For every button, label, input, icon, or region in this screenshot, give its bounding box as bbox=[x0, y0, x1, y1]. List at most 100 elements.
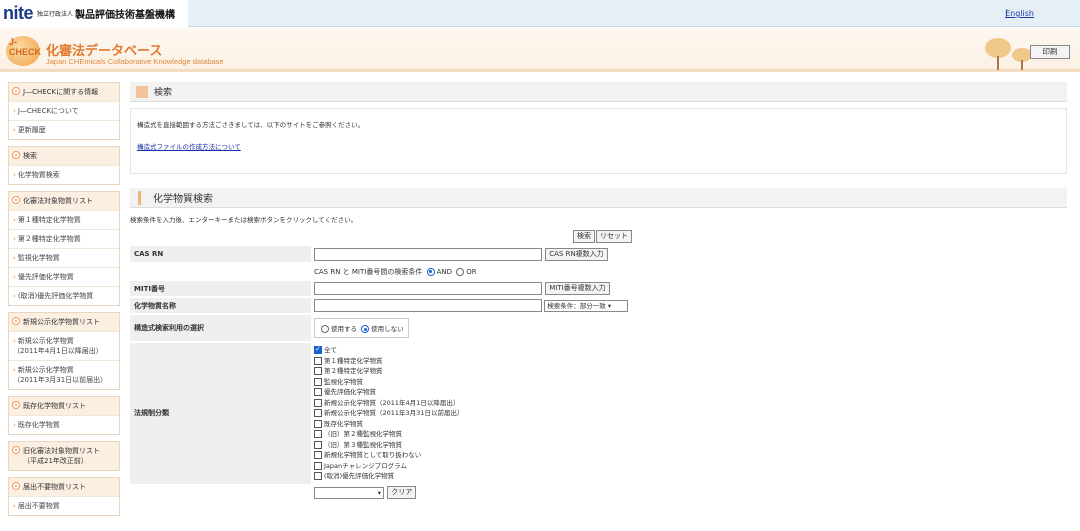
sidebar-item[interactable]: 第２種特定化学物質 bbox=[9, 229, 119, 248]
structure-use-label: 使用する bbox=[331, 325, 357, 333]
regulation-option-label: 新規公示化学物質（2011年3月31日以前届出） bbox=[324, 409, 464, 417]
regulation-checkbox[interactable] bbox=[314, 344, 322, 355]
name-label: 化学物質名称 bbox=[130, 297, 311, 315]
regulation-checkbox[interactable] bbox=[314, 388, 322, 396]
jcheck-logo-icon[interactable]: J-CHECK bbox=[6, 36, 41, 66]
regulation-checkbox[interactable] bbox=[314, 451, 322, 459]
sidebar-item[interactable]: J―CHECKについて bbox=[9, 101, 119, 120]
structure-file-link[interactable]: 構造式ファイルの作成方法について bbox=[137, 141, 1060, 151]
reset-button[interactable]: リセット bbox=[596, 230, 632, 243]
sidebar-item[interactable]: 新規公示化学物質 （2011年4月1日以降届出） bbox=[9, 331, 119, 360]
sidebar-item[interactable]: 化学物質検索 bbox=[9, 165, 119, 184]
regulation-option-label: 全て bbox=[324, 346, 337, 354]
circle-bullet-icon bbox=[12, 482, 20, 490]
miti-input[interactable] bbox=[314, 282, 542, 295]
tree-icon bbox=[1012, 48, 1032, 70]
regulation-select[interactable]: ▾ bbox=[314, 486, 384, 499]
search-section-title: 検索 bbox=[154, 88, 173, 98]
sidebar-item-label: 第２種特定化学物質 bbox=[17, 235, 81, 243]
search-form: CAS RN CAS RN複数入力 CAS RN と MITI番号間の検索条件 … bbox=[130, 246, 1067, 502]
sidebar-item-label: 優先評価化学物質 bbox=[17, 273, 74, 281]
regulation-checkbox[interactable] bbox=[314, 440, 322, 449]
tree-icon bbox=[985, 38, 1011, 72]
regulation-option: （旧）第２種監視化学物質 bbox=[314, 429, 1064, 440]
regulation-option: 監視化学物質 bbox=[314, 377, 1064, 388]
sidebar-item-label: 化学物質検索 bbox=[17, 171, 60, 179]
structure-use-radio[interactable] bbox=[321, 325, 329, 333]
regulation-checkbox[interactable] bbox=[314, 461, 322, 470]
sidebar-item[interactable]: 監視化学物質 bbox=[9, 248, 119, 267]
print-button[interactable]: 印刷 bbox=[1030, 45, 1070, 59]
circle-bullet-icon bbox=[12, 446, 20, 454]
regulation-checkbox[interactable] bbox=[314, 409, 322, 417]
cas-bulk-button[interactable]: CAS RN複数入力 bbox=[545, 248, 608, 261]
sidebar-item[interactable]: 更新履歴 bbox=[9, 120, 119, 139]
or-radio[interactable] bbox=[456, 267, 465, 276]
regulation-checkbox[interactable] bbox=[314, 367, 322, 375]
english-link[interactable]: English bbox=[1005, 9, 1034, 18]
regulation-checkbox[interactable] bbox=[314, 419, 322, 428]
sidebar-item[interactable]: 新規公示化学物質 （2011年3月31日以前届出） bbox=[9, 360, 119, 389]
nite-logo[interactable]: nite 独立行政法人 製品評価技術基盤機構 bbox=[0, 0, 188, 27]
regulation-option: (取消)優先評価化学物質 bbox=[314, 471, 1064, 482]
structure-nouse-radio[interactable] bbox=[361, 325, 370, 333]
sidebar-item-label: 更新履歴 bbox=[17, 126, 46, 134]
empty-label bbox=[130, 484, 311, 502]
search-button[interactable]: 検索 bbox=[573, 230, 595, 243]
sidebar-group-header[interactable]: 届出不要物質リスト bbox=[9, 478, 119, 496]
regulation-option: （旧）第３種監視化学物質 bbox=[314, 440, 1064, 451]
clear-button[interactable]: クリア bbox=[387, 486, 417, 499]
sidebar-item[interactable]: 届出不要物質 bbox=[9, 496, 119, 515]
sidebar-item-label: 監視化学物質 bbox=[17, 254, 60, 262]
sidebar-group-title: 旧化審法対象物質リスト （平成21年改正前） bbox=[23, 447, 100, 465]
info-text: 構造式を直接範囲する方法ごさきましては、以下のサイトをご参照ください。 bbox=[137, 121, 365, 129]
form-section-title: 化学物質検索 bbox=[153, 194, 213, 205]
main-content: 検索 構造式を直接範囲する方法ごさきましては、以下のサイトをご参照ください。 構… bbox=[130, 82, 1067, 502]
regulation-option-label: 新規公示化学物質（2011年4月1日以降届出） bbox=[324, 398, 460, 407]
miti-bulk-button[interactable]: MITI番号複数入力 bbox=[545, 282, 610, 295]
sidebar-group: 届出不要物質リスト届出不要物質 bbox=[8, 477, 120, 516]
regulation-checkbox[interactable] bbox=[314, 398, 322, 407]
sidebar-group: 検索化学物質検索 bbox=[8, 146, 120, 185]
regulation-checkbox[interactable] bbox=[314, 356, 322, 365]
sidebar-item[interactable]: 第１種特定化学物質 bbox=[9, 210, 119, 229]
sidebar-group-title: J―CHECKに関する情報 bbox=[23, 88, 99, 96]
site-subtitle: Japan CHEmicals Collaborative Knowledge … bbox=[46, 57, 224, 66]
info-box: 構造式を直接範囲する方法ごさきましては、以下のサイトをご参照ください。 構造式フ… bbox=[130, 108, 1067, 174]
sidebar-group-header[interactable]: 化審法対象物質リスト bbox=[9, 192, 119, 210]
cas-input[interactable] bbox=[314, 248, 542, 261]
nite-logo-name: 製品評価技術基盤機構 bbox=[75, 10, 176, 21]
regulation-option-label: （旧）第２種監視化学物質 bbox=[324, 430, 402, 438]
form-section-header: 化学物質検索 bbox=[130, 188, 1067, 208]
sidebar-group-header[interactable]: 検索 bbox=[9, 147, 119, 165]
sidebar-item-label: 既存化学物質 bbox=[17, 421, 60, 429]
sidebar-item[interactable]: 優先評価化学物質 bbox=[9, 267, 119, 286]
regulation-checkbox[interactable] bbox=[314, 430, 322, 438]
sidebar-item-label: J―CHECKについて bbox=[17, 107, 79, 115]
sidebar-group: 旧化審法対象物質リスト （平成21年改正前） bbox=[8, 441, 120, 471]
sidebar-group-title: 検索 bbox=[23, 152, 37, 160]
regulation-option: 第１種特定化学物質 bbox=[314, 356, 1064, 367]
and-label: AND bbox=[436, 267, 452, 276]
sidebar-group-title: 新規公示化学物質リスト bbox=[23, 318, 100, 326]
and-radio[interactable] bbox=[426, 267, 435, 276]
regulation-option: Japanチャレンジプログラム bbox=[314, 461, 1064, 472]
nite-logo-small: 独立行政法人 bbox=[37, 11, 74, 18]
structure-label: 構造式検索利用の選択 bbox=[130, 314, 311, 343]
sidebar-group-header[interactable]: 旧化審法対象物質リスト （平成21年改正前） bbox=[9, 442, 119, 470]
sidebar-group-header[interactable]: 新規公示化学物質リスト bbox=[9, 313, 119, 331]
regulation-option: 新規公示化学物質（2011年3月31日以前届出） bbox=[314, 408, 1064, 419]
name-input[interactable] bbox=[314, 299, 542, 312]
regulation-option: 優先評価化学物質 bbox=[314, 387, 1064, 398]
sidebar-item[interactable]: 既存化学物質 bbox=[9, 415, 119, 434]
regulation-checkbox[interactable] bbox=[314, 472, 322, 480]
sidebar-group-header[interactable]: 既存化学物質リスト bbox=[9, 397, 119, 415]
name-match-select[interactable]: 検索条件：部分一致 ▾ bbox=[544, 299, 629, 312]
regulation-option-label: （旧）第３種監視化学物質 bbox=[324, 440, 402, 449]
regulation-checkbox[interactable] bbox=[314, 377, 322, 386]
sidebar-item[interactable]: (取消)優先評価化学物質 bbox=[9, 286, 119, 305]
sidebar-group-header[interactable]: J―CHECKに関する情報 bbox=[9, 83, 119, 101]
top-bar: nite 独立行政法人 製品評価技術基盤機構 | English bbox=[0, 0, 1080, 27]
form-button-row: 検索 リセット bbox=[130, 230, 632, 243]
regulation-option-label: 優先評価化学物質 bbox=[324, 388, 376, 396]
